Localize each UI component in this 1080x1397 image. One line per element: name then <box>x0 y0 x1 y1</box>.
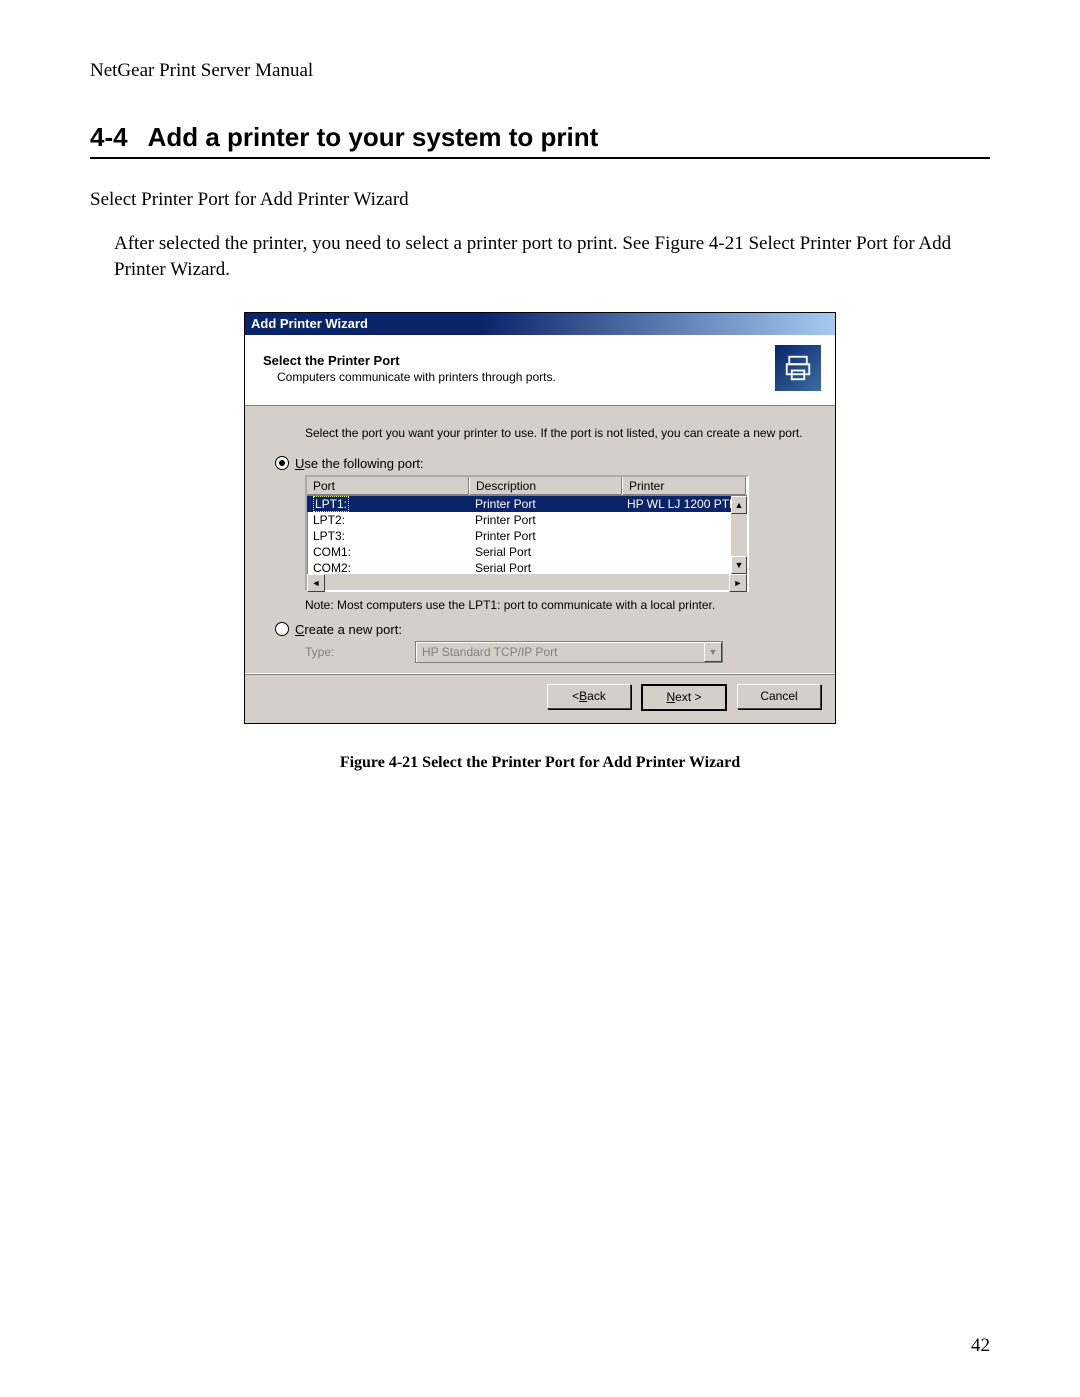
section-paragraph: After selected the printer, you need to … <box>114 231 990 282</box>
page-number: 42 <box>971 1335 990 1357</box>
section-number: 4-4 <box>90 122 128 152</box>
section-title: 4-4 Add a printer to your system to print <box>90 122 990 159</box>
window-titlebar: Add Printer Wizard <box>245 313 835 335</box>
scroll-left-icon[interactable]: ◄ <box>307 574 325 592</box>
radio-selected-icon <box>275 456 289 470</box>
back-button[interactable]: < Back <box>547 684 631 709</box>
wizard-instruction: Select the port you want your printer to… <box>305 426 811 442</box>
radio-create-label: Create a new port: <box>295 622 402 637</box>
add-printer-wizard-window: Add Printer Wizard Select the Printer Po… <box>244 312 836 724</box>
vertical-scrollbar[interactable]: ▲ ▼ <box>731 496 747 574</box>
radio-create-new-port[interactable]: Create a new port: <box>275 622 811 637</box>
lpt1-note: Note: Most computers use the LPT1: port … <box>305 598 811 612</box>
col-port[interactable]: Port <box>307 477 470 495</box>
port-list-header: Port Description Printer <box>307 477 747 496</box>
wizard-header-panel: Select the Printer Port Computers commun… <box>245 335 835 406</box>
port-row[interactable]: LPT2: Printer Port <box>307 512 747 528</box>
cancel-button[interactable]: Cancel <box>737 684 821 709</box>
figure-caption: Figure 4-21 Select the Printer Port for … <box>90 754 990 772</box>
col-printer[interactable]: Printer <box>623 477 747 495</box>
port-list-body: LPT1: Printer Port HP WL LJ 1200 PTR LPT… <box>307 496 747 574</box>
wizard-header-sub: Computers communicate with printers thro… <box>277 370 775 384</box>
radio-use-label: Use the following port: <box>295 456 424 471</box>
horizontal-scrollbar[interactable]: ◄ ► <box>307 574 747 590</box>
scroll-up-icon[interactable]: ▲ <box>731 496 747 514</box>
printer-icon <box>775 345 821 391</box>
port-row[interactable]: COM2: Serial Port <box>307 560 747 574</box>
section-title-text: Add a printer to your system to print <box>148 122 599 152</box>
port-row[interactable]: COM1: Serial Port <box>307 544 747 560</box>
type-label: Type: <box>305 645 415 659</box>
figure-screenshot: Add Printer Wizard Select the Printer Po… <box>90 312 990 724</box>
port-row[interactable]: LPT3: Printer Port <box>307 528 747 544</box>
section-subhead: Select Printer Port for Add Printer Wiza… <box>90 189 990 211</box>
next-button[interactable]: Next > <box>641 684 727 711</box>
port-row[interactable]: LPT1: Printer Port HP WL LJ 1200 PTR <box>307 496 747 512</box>
radio-use-following-port[interactable]: Use the following port: <box>275 456 811 471</box>
type-select: HP Standard TCP/IP Port ▼ <box>415 641 723 663</box>
radio-unselected-icon <box>275 622 289 636</box>
col-description[interactable]: Description <box>470 477 623 495</box>
port-list[interactable]: Port Description Printer LPT1: Printer P… <box>305 475 749 592</box>
doc-header: NetGear Print Server Manual <box>90 60 990 82</box>
scroll-right-icon[interactable]: ► <box>729 574 747 592</box>
scroll-down-icon[interactable]: ▼ <box>731 556 747 574</box>
type-select-value: HP Standard TCP/IP Port <box>422 645 557 659</box>
chevron-down-icon: ▼ <box>704 642 722 662</box>
wizard-header-title: Select the Printer Port <box>263 353 775 368</box>
